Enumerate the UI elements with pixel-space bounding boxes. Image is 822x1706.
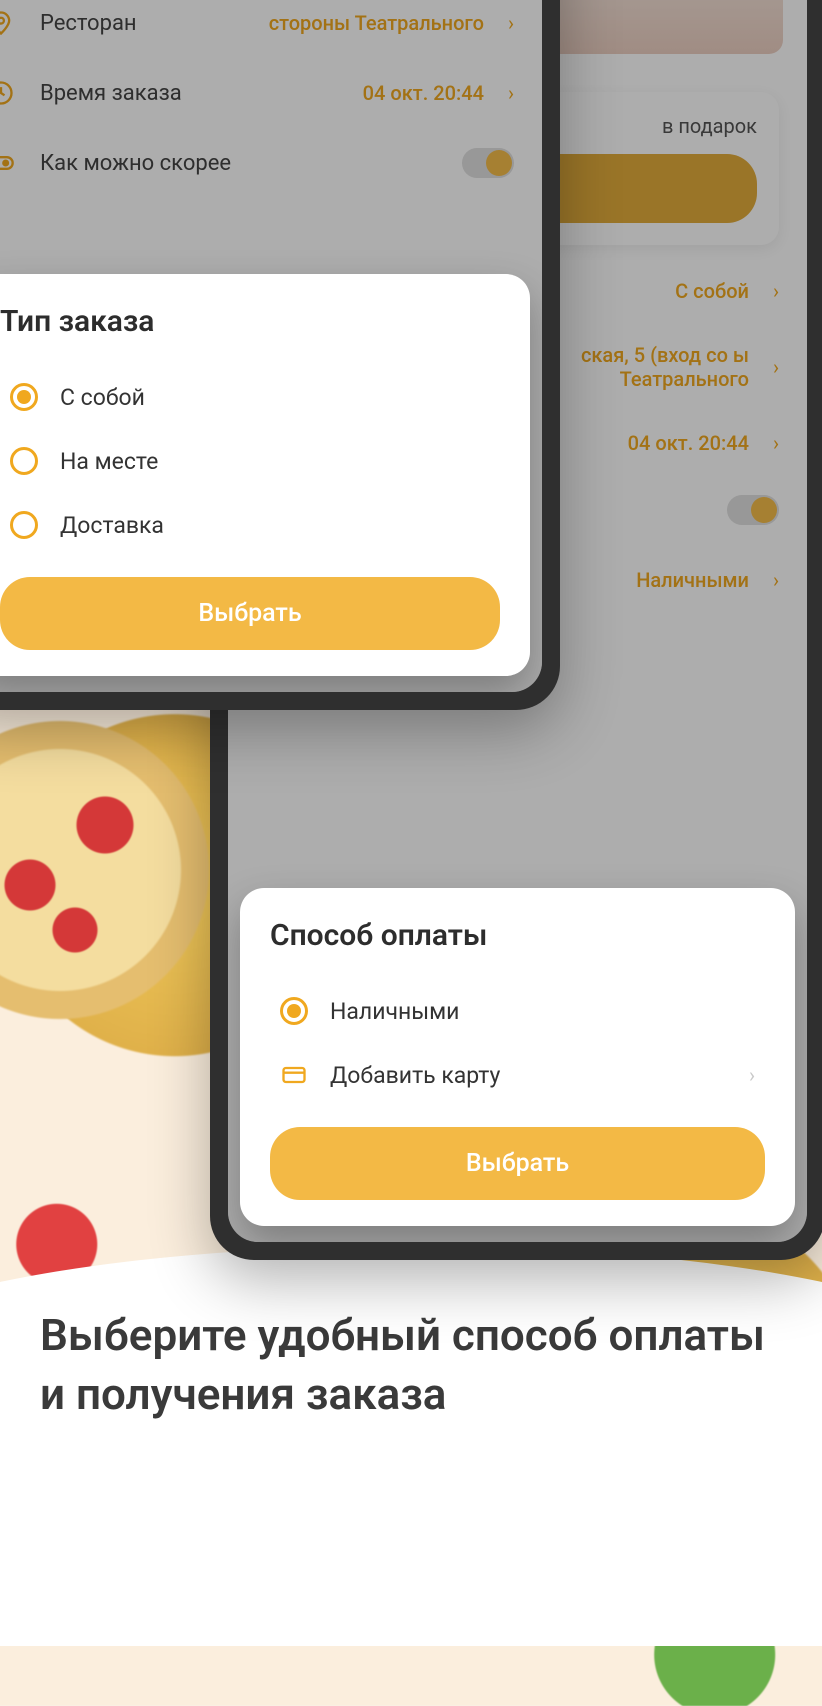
- bottom-caption-panel: Выберите удобный способ оплаты и получен…: [0, 1246, 822, 1646]
- card-icon: [280, 1061, 308, 1089]
- phone-screen-1: Ресторан стороны Театрального › Время за…: [0, 0, 542, 692]
- option-label: Доставка: [60, 512, 164, 539]
- option-label: С собой: [60, 384, 145, 411]
- option-label: Добавить карту: [330, 1062, 500, 1089]
- radio-icon: [10, 511, 38, 539]
- phone-frame-1: Ресторан стороны Театрального › Время за…: [0, 0, 560, 710]
- payment-method-modal: Способ оплаты Наличными Добавить карту ›…: [240, 888, 795, 1226]
- order-type-option-dinein[interactable]: На месте: [0, 429, 500, 493]
- order-type-option-delivery[interactable]: Доставка: [0, 493, 500, 557]
- order-type-option-takeaway[interactable]: С собой: [0, 365, 500, 429]
- modal-title: Тип заказа: [0, 304, 500, 339]
- radio-icon: [10, 383, 38, 411]
- chevron-right-icon: ›: [749, 1063, 755, 1087]
- radio-icon: [10, 447, 38, 475]
- payment-option-add-card[interactable]: Добавить карту ›: [270, 1043, 765, 1107]
- radio-icon: [280, 997, 308, 1025]
- option-label: На месте: [60, 448, 158, 475]
- select-button[interactable]: Выбрать: [0, 577, 500, 650]
- order-type-modal: Тип заказа С собой На месте Доставка Выб…: [0, 274, 530, 676]
- marketing-caption: Выберите удобный способ оплаты и получен…: [40, 1306, 782, 1425]
- select-button[interactable]: Выбрать: [270, 1127, 765, 1200]
- payment-option-cash[interactable]: Наличными: [270, 979, 765, 1043]
- modal-title: Способ оплаты: [270, 918, 765, 953]
- option-label: Наличными: [330, 998, 459, 1025]
